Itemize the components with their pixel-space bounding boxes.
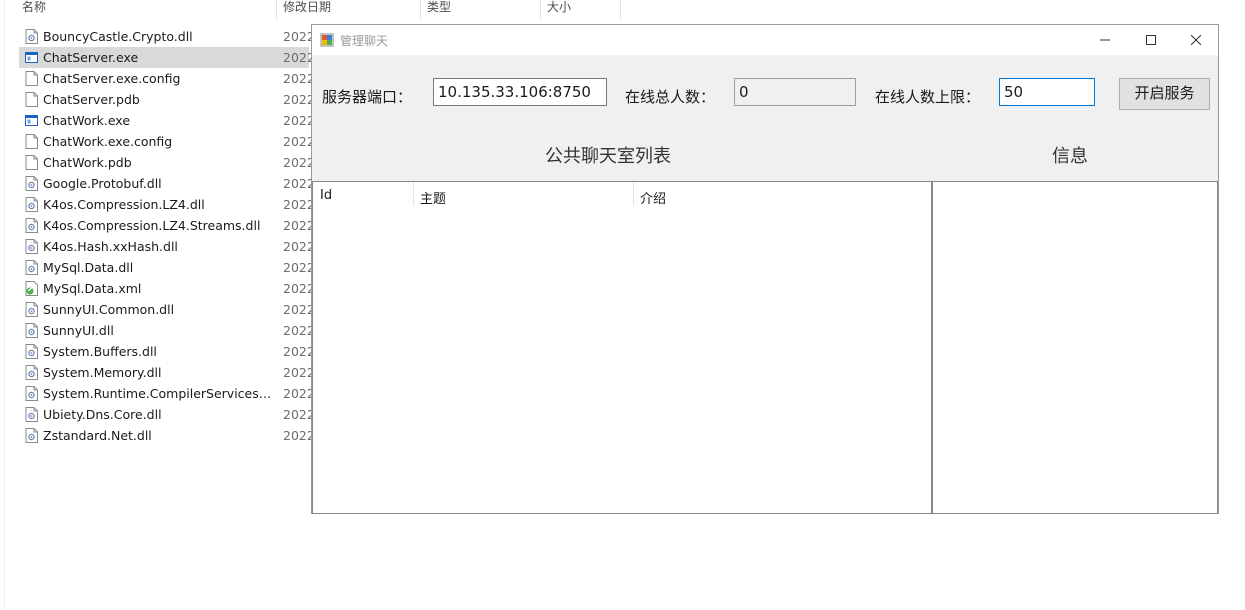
file-row[interactable]: BouncyCastle.Crypto.dll 2022 (19, 26, 315, 47)
column-header-name[interactable]: 名称 (22, 0, 46, 14)
file-name: ChatWork.exe.config (43, 134, 173, 149)
file-name: ChatServer.pdb (43, 92, 140, 107)
file-row[interactable]: ChatWork.pdb 2022 (19, 152, 315, 173)
dll-file-icon (25, 365, 38, 380)
file-name: K4os.Compression.LZ4.Streams.dll (43, 218, 261, 233)
online-total-field: 0 (734, 78, 856, 106)
dll-file-icon (25, 260, 38, 275)
room-list[interactable]: Id 主题 介绍 (312, 181, 932, 514)
title-bar[interactable]: 管理聊天 (312, 25, 1218, 55)
file-name: BouncyCastle.Crypto.dll (43, 29, 193, 44)
info-textbox[interactable] (932, 181, 1218, 514)
column-header-type[interactable]: 类型 (427, 0, 451, 14)
file-name: System.Buffers.dll (43, 344, 157, 359)
file-name: ChatWork.exe (43, 113, 131, 128)
file-row[interactable]: MySql.Data.xml 2022 (19, 278, 315, 299)
room-list-header: Id 主题 介绍 (313, 182, 931, 208)
dll-file-icon (25, 386, 38, 401)
file-row[interactable]: K4os.Hash.xxHash.dll 2022 (19, 236, 315, 257)
column-header-size[interactable]: 大小 (547, 0, 571, 14)
dll-file-icon (25, 344, 38, 359)
online-limit-label: 在线人数上限： (875, 88, 981, 106)
file-name: ChatWork.pdb (43, 155, 132, 170)
column-divider[interactable] (633, 182, 634, 206)
file-row[interactable]: ChatWork.exe 2022 (19, 110, 315, 131)
dll-file-icon (25, 176, 38, 191)
file-name: System.Runtime.CompilerServices.Un... (43, 386, 275, 401)
column-header-intro[interactable]: 介绍 (640, 188, 666, 207)
online-limit-input[interactable]: 50 (999, 78, 1095, 106)
column-divider[interactable] (413, 182, 414, 206)
public-rooms-title: 公共聊天室列表 (545, 146, 671, 167)
chat-admin-window: 管理聊天 服务器端口： 10.135.33.106:8750 在线总人数： 0 … (311, 24, 1219, 514)
file-row[interactable]: SunnyUI.dll 2022 (19, 320, 315, 341)
file-row[interactable]: K4os.Compression.LZ4.Streams.dll 2022 (19, 215, 315, 236)
file-row[interactable]: ChatServer.pdb 2022 (19, 89, 315, 110)
file-name: SunnyUI.dll (43, 323, 114, 338)
maximize-button[interactable] (1128, 25, 1174, 55)
file-row[interactable]: Google.Protobuf.dll 2022 (19, 173, 315, 194)
dll-file-icon (25, 323, 38, 338)
exe-file-icon (25, 115, 38, 126)
server-port-label: 服务器端口： (322, 88, 413, 106)
generic-file-icon (25, 155, 38, 170)
column-header-row: 名称 修改日期 类型 大小 (0, 0, 640, 20)
column-header-id[interactable]: Id (320, 188, 332, 203)
file-row[interactable]: ChatWork.exe.config 2022 (19, 131, 315, 152)
file-name: ChatServer.exe (43, 50, 139, 65)
dll-file-icon (25, 239, 38, 254)
column-header-modified[interactable]: 修改日期 (283, 0, 331, 14)
generic-file-icon (25, 71, 38, 86)
minimize-icon (1100, 39, 1110, 41)
file-row[interactable]: SunnyUI.Common.dll 2022 (19, 299, 315, 320)
file-row[interactable]: Zstandard.Net.dll 2022 (19, 425, 315, 446)
file-row[interactable]: ChatServer.exe.config 2022 (19, 68, 315, 89)
file-row[interactable]: System.Buffers.dll 2022 (19, 341, 315, 362)
dll-file-icon (25, 29, 38, 44)
file-name: MySql.Data.dll (43, 260, 134, 275)
generic-file-icon (25, 134, 38, 149)
server-port-input[interactable]: 10.135.33.106:8750 (433, 78, 607, 106)
exe-file-icon (25, 52, 38, 63)
info-title: 信息 (1052, 146, 1088, 167)
start-service-button[interactable]: 开启服务 (1119, 78, 1210, 110)
file-row[interactable]: K4os.Compression.LZ4.dll 2022 (19, 194, 315, 215)
column-divider[interactable] (620, 0, 621, 20)
online-total-label: 在线总人数： (625, 88, 716, 106)
file-name: ChatServer.exe.config (43, 71, 181, 86)
file-row[interactable]: MySql.Data.dll 2022 (19, 257, 315, 278)
navigation-pane-edge (0, 0, 5, 610)
file-name: MySql.Data.xml (43, 281, 142, 296)
file-name: Zstandard.Net.dll (43, 428, 152, 443)
xml-file-icon (25, 281, 38, 296)
close-icon (1191, 35, 1201, 45)
file-name: Google.Protobuf.dll (43, 176, 162, 191)
file-name: K4os.Hash.xxHash.dll (43, 239, 178, 254)
column-divider[interactable] (420, 0, 421, 20)
close-button[interactable] (1173, 25, 1219, 55)
file-row[interactable]: System.Runtime.CompilerServices.Un... 202… (19, 383, 315, 404)
file-row[interactable]: ChatServer.exe 2022 (19, 47, 315, 68)
file-name: Ubiety.Dns.Core.dll (43, 407, 162, 422)
column-divider[interactable] (276, 0, 277, 20)
column-header-topic[interactable]: 主题 (420, 188, 446, 207)
generic-file-icon (25, 92, 38, 107)
minimize-button[interactable] (1082, 25, 1128, 55)
file-name: K4os.Compression.LZ4.dll (43, 197, 205, 212)
file-name: System.Memory.dll (43, 365, 162, 380)
file-row[interactable]: System.Memory.dll 2022 (19, 362, 315, 383)
app-icon (320, 33, 334, 47)
dll-file-icon (25, 197, 38, 212)
dll-file-icon (25, 407, 38, 422)
dll-file-icon (25, 218, 38, 233)
window-title: 管理聊天 (340, 34, 389, 48)
dll-file-icon (25, 428, 38, 443)
maximize-icon (1146, 35, 1156, 45)
file-row[interactable]: Ubiety.Dns.Core.dll 2022 (19, 404, 315, 425)
file-name: SunnyUI.Common.dll (43, 302, 175, 317)
column-divider[interactable] (540, 0, 541, 20)
dll-file-icon (25, 302, 38, 317)
